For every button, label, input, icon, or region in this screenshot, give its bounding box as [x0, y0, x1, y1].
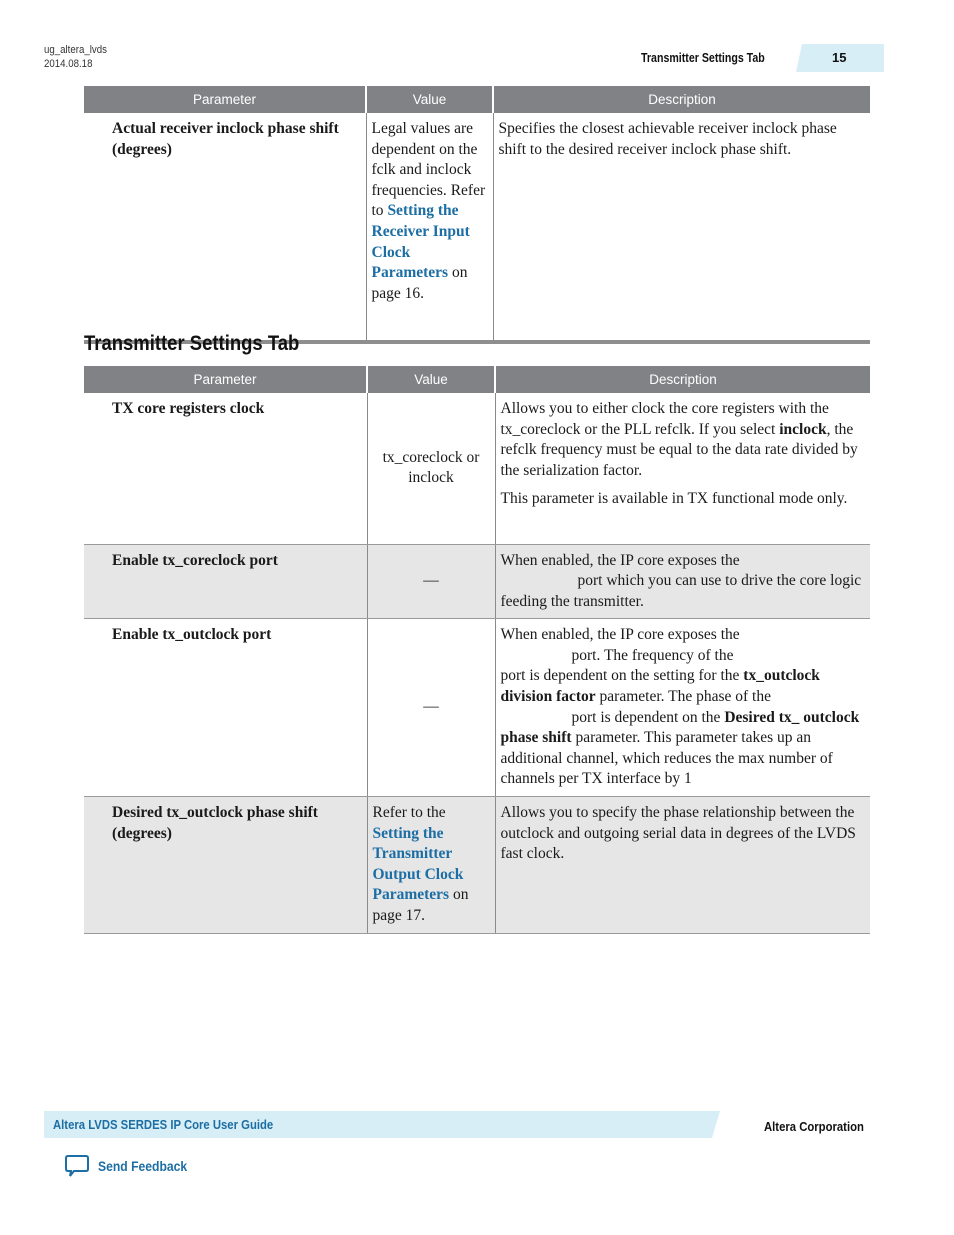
- description-cell: When enabled, the IP core exposes the po…: [495, 544, 870, 620]
- column-header-value: Value: [366, 86, 494, 113]
- value-cell: —: [367, 618, 496, 798]
- description-text: When enabled, the IP core exposes the: [500, 551, 740, 569]
- guide-title: Altera LVDS SERDES IP Core User Guide: [53, 1117, 274, 1132]
- transmitter-parameters-table: Parameter Value Description TX core regi…: [84, 366, 870, 934]
- company-name: Altera Corporation: [764, 1119, 864, 1134]
- table-header-row: Parameter Value Description: [84, 86, 870, 113]
- table-row: Actual receiver inclock phase shift (deg…: [84, 113, 870, 344]
- description-emphasis: inclock: [779, 420, 827, 438]
- value-cell: —: [367, 544, 496, 620]
- parameter-cell: TX core registers clock: [84, 393, 368, 545]
- header-section-title: Transmitter Settings Tab: [641, 51, 765, 65]
- description-cell: When enabled, the IP core exposes the po…: [495, 618, 870, 798]
- table-row: TX core registers clock tx_coreclock or …: [84, 393, 870, 545]
- value-cell: Legal values are dependent on the fclk a…: [366, 113, 494, 344]
- parameter-cell: Actual receiver inclock phase shift (deg…: [84, 113, 367, 344]
- parameter-cell: Enable tx_coreclock port: [84, 544, 368, 620]
- description-paragraph: Allows you to either clock the core regi…: [501, 399, 866, 481]
- column-header-description: Description: [493, 86, 870, 113]
- column-header-parameter: Parameter: [84, 86, 367, 113]
- doc-date: 2014.08.18: [44, 58, 93, 70]
- description-paragraph: This parameter is available in TX functi…: [500, 490, 848, 508]
- parameter-cell: Desired tx_outclock phase shift (degrees…: [84, 796, 368, 934]
- transmitter-output-clock-link[interactable]: Setting the Transmitter Output Clock Par…: [373, 825, 464, 904]
- description-cell: Specifies the closest achievable receive…: [493, 113, 870, 344]
- send-feedback-link[interactable]: Send Feedback: [64, 1154, 197, 1178]
- column-header-parameter: Parameter: [84, 366, 368, 393]
- value-cell: tx_coreclock or inclock: [367, 393, 496, 545]
- speech-bubble-icon: [65, 1155, 89, 1177]
- send-feedback-label: Send Feedback: [98, 1158, 188, 1174]
- description-cell: Allows you to either clock the core regi…: [495, 393, 870, 545]
- value-cell: Refer to the Setting the Transmitter Out…: [367, 796, 496, 934]
- page-number: 15: [832, 50, 847, 65]
- description-text: When enabled, the IP core exposes the: [500, 626, 740, 644]
- doc-id: ug_altera_lvds: [44, 44, 107, 56]
- doc-info: ug_altera_lvds 2014.08.18: [44, 43, 107, 71]
- section-heading: Transmitter Settings Tab: [84, 332, 300, 355]
- value-refer: Refer to the: [372, 804, 446, 822]
- table-row: Enable tx_outclock port — When enabled, …: [84, 618, 870, 798]
- description-text: parameter. The phase of the: [599, 688, 771, 706]
- description-text: port is dependent on the setting for the: [500, 667, 740, 685]
- parameter-cell: Enable tx_outclock port: [84, 618, 368, 798]
- table-header-row: Parameter Value Description: [84, 366, 870, 393]
- description-text: port which you can use to drive the core…: [500, 572, 862, 610]
- description-text: port is dependent on the: [571, 708, 721, 726]
- table-row: Enable tx_coreclock port — When enabled,…: [84, 544, 870, 620]
- column-header-value: Value: [367, 366, 496, 393]
- receiver-parameters-table: Parameter Value Description Actual recei…: [84, 86, 870, 344]
- description-cell: Allows you to specify the phase relation…: [495, 796, 870, 934]
- column-header-description: Description: [495, 366, 870, 393]
- table-row: Desired tx_outclock phase shift (degrees…: [84, 796, 870, 934]
- description-text: port. The frequency of the: [571, 646, 734, 664]
